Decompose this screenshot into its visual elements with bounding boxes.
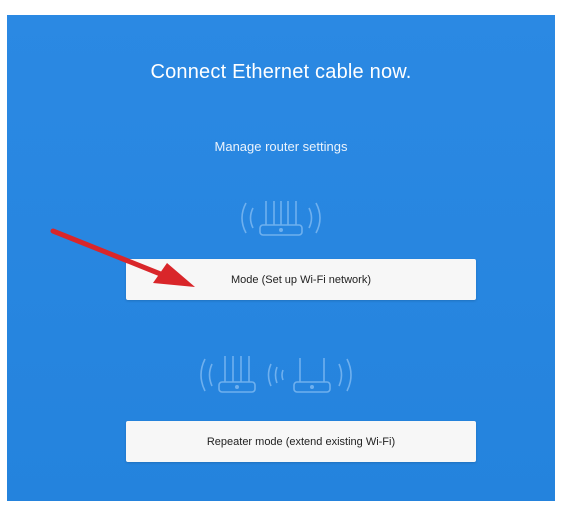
router-setup-panel: Connect Ethernet cable now. Manage route… [7, 15, 555, 501]
section-subtitle: Manage router settings [214, 139, 348, 154]
repeater-wifi-icon [7, 350, 555, 400]
repeater-mode-button[interactable]: Repeater mode (extend existing Wi-Fi) [126, 421, 476, 462]
mode-setup-wifi-label: Mode (Set up Wi-Fi network) [231, 273, 371, 286]
repeater-mode-label: Repeater mode (extend existing Wi-Fi) [206, 435, 396, 448]
page: Connect Ethernet cable now. Manage route… [0, 0, 561, 518]
page-title: Connect Ethernet cable now. [150, 61, 412, 83]
red-arrow-icon [45, 225, 205, 300]
